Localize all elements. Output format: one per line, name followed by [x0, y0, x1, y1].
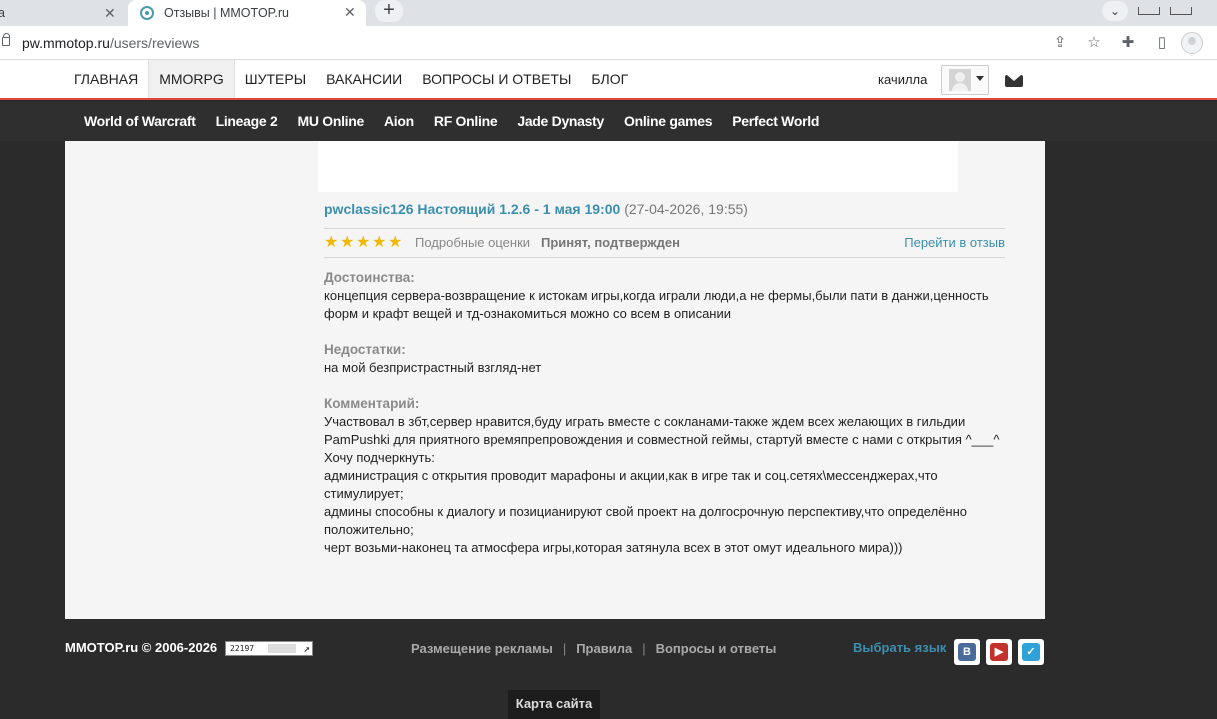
language-selector[interactable]: Выбрать язык: [853, 640, 946, 655]
nav-item-blog[interactable]: БЛОГ: [581, 60, 638, 98]
site-header: ГЛАВНАЯ MMORPG ШУТЕРЫ ВАКАНСИИ ВОПРОСЫ И…: [0, 60, 1217, 100]
user-name[interactable]: качилла: [878, 72, 927, 87]
share-icon[interactable]: ⇪: [1047, 33, 1073, 53]
detailed-ratings-link[interactable]: Подробные оценки: [415, 229, 530, 257]
user-menu-button[interactable]: [941, 65, 989, 95]
nav-item-mmorpg[interactable]: MMORPG: [148, 60, 235, 98]
review-date: (27-04-2026, 19:55): [624, 201, 748, 217]
footer-links: Размещение рекламы | Правила | Вопросы и…: [411, 641, 777, 656]
game-link-online-games[interactable]: Online games: [614, 102, 722, 141]
counter-bar: [268, 644, 296, 653]
side-panel-icon[interactable]: ▯: [1149, 33, 1175, 53]
twitter-icon: ✓: [1022, 643, 1040, 661]
sitemap-button[interactable]: Карта сайта: [508, 690, 600, 719]
youtube-icon: ▶: [990, 643, 1008, 661]
extensions-puzzle-icon[interactable]: ✚: [1115, 33, 1141, 53]
close-icon[interactable]: ✕: [344, 4, 356, 21]
review-meta-row: ★ ★ ★ ★ ★ Подробные оценки Принят, подтв…: [324, 228, 1005, 258]
window-control-icon[interactable]: [1138, 7, 1160, 15]
browser-tab-previous[interactable]: а ✕: [0, 0, 126, 26]
star-bookmark-icon[interactable]: ☆: [1081, 33, 1107, 53]
url-path: /users/reviews: [109, 35, 200, 51]
nav-item-vacancies[interactable]: ВАКАНСИИ: [316, 60, 412, 98]
visit-counter[interactable]: 22197 ↗: [225, 641, 313, 656]
star-icon: ★: [340, 234, 355, 251]
games-bar: World of Warcraft Lineage 2 MU Online Ai…: [0, 102, 1217, 141]
footer-link-advertising[interactable]: Размещение рекламы: [411, 641, 553, 656]
review-title-row: pwclassic126 Настоящий 1.2.6 - 1 мая 19:…: [324, 201, 1005, 217]
footer-copyright: MMOTOP.ru © 2006-2026: [65, 640, 218, 655]
browser-tab-bar: а ✕ Отзывы | MMOTOP.ru ✕ + ⌄: [0, 0, 1217, 26]
counter-value: 22197: [230, 644, 255, 653]
nav-item-shooters[interactable]: ШУТЕРЫ: [235, 60, 316, 98]
avatar-icon: [949, 69, 971, 91]
vk-social-button[interactable]: В: [954, 639, 980, 665]
close-icon[interactable]: ✕: [104, 5, 116, 22]
star-icon: ★: [372, 234, 387, 251]
pros-text: концепция сервера-возвращение к истокам …: [324, 288, 989, 321]
pros-heading: Достоинства:: [324, 270, 415, 285]
window-control-icon[interactable]: [1170, 7, 1192, 15]
address-bar: pw.mmotop.ru/users/reviews ⇪ ☆ ✚ ▯: [0, 26, 1217, 60]
profile-avatar-icon[interactable]: [1181, 32, 1203, 54]
url-host: pw.mmotop.ru: [22, 35, 110, 51]
cons-text: на мой безпристрастный взгляд-нет: [324, 360, 542, 375]
game-link-rf-online[interactable]: RF Online: [424, 102, 507, 141]
address-bar-actions: ⇪ ☆ ✚ ▯: [1047, 33, 1183, 53]
browser-tab-active[interactable]: Отзывы | MMOTOP.ru ✕: [128, 0, 366, 26]
arrow-up-right-icon: ↗: [303, 642, 310, 655]
tab-search-chevron-icon[interactable]: ⌄: [1102, 1, 1128, 21]
footer-link-rules[interactable]: Правила: [576, 641, 632, 656]
game-link-lineage2[interactable]: Lineage 2: [206, 102, 288, 141]
star-icon: ★: [324, 234, 339, 251]
youtube-social-button[interactable]: ▶: [986, 639, 1012, 665]
game-link-jade-dynasty[interactable]: Jade Dynasty: [507, 102, 614, 141]
rating-stars: ★ ★ ★ ★ ★: [324, 234, 403, 251]
nav-item-main[interactable]: ГЛАВНАЯ: [64, 60, 148, 98]
game-link-mu-online[interactable]: MU Online: [287, 102, 374, 141]
go-to-review-link[interactable]: Перейти в отзыв: [904, 229, 1005, 257]
lock-icon[interactable]: [2, 33, 10, 46]
favicon-icon: [140, 6, 154, 20]
tab-title: а: [0, 6, 5, 20]
comment-text: Участвовал в збт,сервер нравится,буду иг…: [324, 414, 1000, 555]
twitter-social-button[interactable]: ✓: [1018, 639, 1044, 665]
review-item: pwclassic126 Настоящий 1.2.6 - 1 мая 19:…: [324, 201, 1005, 557]
new-tab-button[interactable]: +: [375, 0, 403, 22]
cons-heading: Недостатки:: [324, 342, 406, 357]
game-link-perfect-world[interactable]: Perfect World: [722, 102, 829, 141]
star-icon: ★: [388, 234, 403, 251]
url-field[interactable]: pw.mmotop.ru/users/reviews: [22, 35, 199, 51]
caret-down-icon: [976, 76, 984, 81]
game-link-aion[interactable]: Aion: [374, 102, 424, 141]
star-icon: ★: [356, 234, 371, 251]
main-nav: ГЛАВНАЯ MMORPG ШУТЕРЫ ВАКАНСИИ ВОПРОСЫ И…: [64, 60, 638, 98]
games-nav: World of Warcraft Lineage 2 MU Online Ai…: [74, 102, 829, 141]
status-badge: Принят, подтвержден: [541, 235, 680, 250]
game-link-wow[interactable]: World of Warcraft: [74, 102, 206, 141]
comment-heading: Комментарий:: [324, 396, 420, 411]
review-server-link[interactable]: pwclassic126 Настоящий 1.2.6 - 1 мая 19:…: [324, 201, 620, 217]
window-controls: ⌄: [1102, 0, 1192, 22]
footer-link-qa[interactable]: Вопросы и ответы: [656, 641, 777, 656]
ad-placeholder: [318, 141, 958, 192]
mail-icon[interactable]: [1005, 75, 1023, 87]
nav-item-qa[interactable]: ВОПРОСЫ И ОТВЕТЫ: [412, 60, 581, 98]
tab-title: Отзывы | MMOTOP.ru: [164, 6, 289, 20]
vk-icon: В: [958, 643, 976, 661]
content-area: pwclassic126 Настоящий 1.2.6 - 1 мая 19:…: [65, 141, 1045, 619]
